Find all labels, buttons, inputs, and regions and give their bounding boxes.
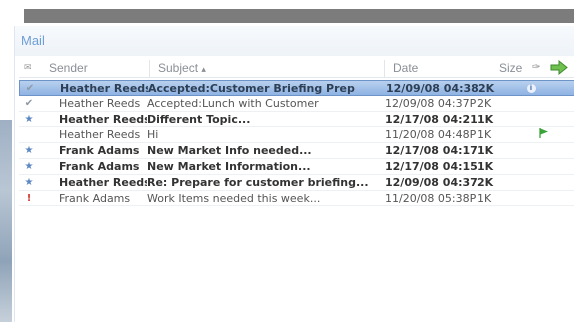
message-size: 1K xyxy=(477,191,492,205)
replied-check-icon: ✔ xyxy=(25,83,35,94)
message-subject: Work Items needed this week... xyxy=(147,191,321,205)
message-subject: New Market Information... xyxy=(147,159,311,173)
message-date: 12/09/08 04:37PM xyxy=(385,175,477,189)
message-size: 2K xyxy=(478,82,495,95)
message-sender: Heather Reeds xyxy=(59,175,147,189)
column-subject[interactable]: Subject ▴ xyxy=(149,60,206,77)
message-sender: Frank Adams xyxy=(59,159,140,173)
message-size: 1K xyxy=(477,128,492,142)
message-row[interactable]: ✔ Heather Reeds Accepted:Lunch with Custom… xyxy=(19,96,574,112)
message-sender: Heather Reeds xyxy=(59,128,141,142)
flag-icon[interactable] xyxy=(539,127,553,143)
star-icon: ★ xyxy=(24,145,34,157)
star-icon: ★ xyxy=(24,160,34,172)
column-subject-label: Subject xyxy=(158,61,199,75)
sort-ascending-icon: ▴ xyxy=(201,64,206,74)
panel-title: Mail xyxy=(21,33,45,48)
message-subject: Re: Prepare for customer briefing... xyxy=(147,175,369,189)
message-size: 1K xyxy=(477,144,494,158)
message-size: 2K xyxy=(477,96,492,110)
message-date: 12/09/08 04:38PM xyxy=(386,82,478,95)
message-date: 11/20/08 05:38PM xyxy=(385,191,477,205)
message-date: 12/09/08 04:37PM xyxy=(385,96,477,110)
message-subject: New Market Info needed... xyxy=(147,144,312,158)
envelope-icon[interactable]: ✉ xyxy=(24,62,32,73)
message-size: 1K xyxy=(477,112,494,126)
mail-panel: Mail ✉ Sender Subject ▴ Date Size ✑ ✔ Hea… xyxy=(14,26,574,322)
message-list: ✔ Heather Reeds Accepted:Customer Briefing… xyxy=(19,80,574,207)
message-subject: Different Topic... xyxy=(147,112,251,126)
message-date: 12/17/08 04:21PM xyxy=(385,112,477,126)
message-row[interactable]: Heather Reeds Hi 11/20/08 04:48PM 1K xyxy=(19,127,574,144)
replied-check-icon: ✔ xyxy=(24,97,34,109)
message-size: 1K xyxy=(477,159,494,173)
message-row[interactable]: ★ Heather Reeds Different Topic... 12/17/08… xyxy=(19,112,574,128)
column-size[interactable]: Size xyxy=(499,61,522,75)
message-sender: Frank Adams xyxy=(59,191,131,205)
star-icon: ★ xyxy=(24,176,34,188)
message-row[interactable]: ★ Heather Reeds Re: Prepare for customer b… xyxy=(19,175,574,191)
message-sender: Heather Reeds xyxy=(60,82,148,95)
high-importance-icon: ! xyxy=(26,192,32,204)
message-sender: Heather Reeds xyxy=(59,96,141,110)
column-header-row: ✉ Sender Subject ▴ Date Size ✑ xyxy=(19,59,574,78)
message-row[interactable]: ! Frank Adams Work Items needed this week.… xyxy=(19,191,574,207)
message-subject: Hi xyxy=(147,128,159,142)
message-row[interactable]: ★ Frank Adams New Market Info needed... 12/… xyxy=(19,143,574,159)
message-date: 12/17/08 04:17PM xyxy=(385,144,477,158)
message-row[interactable]: ✔ Heather Reeds Accepted:Customer Briefing… xyxy=(19,80,574,96)
column-sender[interactable]: Sender xyxy=(49,61,88,75)
attachment-icon[interactable]: i xyxy=(525,81,537,96)
message-row[interactable]: ★ Frank Adams New Market Information... 12/… xyxy=(19,159,574,175)
message-subject: Accepted:Lunch with Customer xyxy=(147,96,319,110)
message-size: 2K xyxy=(477,175,494,189)
column-date[interactable]: Date xyxy=(384,60,418,77)
desktop-background xyxy=(0,120,12,322)
message-date: 12/17/08 04:15PM xyxy=(385,159,477,173)
star-icon: ★ xyxy=(24,113,34,125)
message-sender: Heather Reeds xyxy=(59,112,147,126)
message-subject: Accepted:Customer Briefing Prep xyxy=(148,82,355,95)
top-bar xyxy=(24,9,574,23)
message-date: 11/20/08 04:48PM xyxy=(385,128,477,142)
forward-arrow-icon[interactable] xyxy=(549,59,569,76)
paperclip-icon[interactable]: ✑ xyxy=(532,62,540,73)
panel-header: Mail xyxy=(15,26,574,56)
message-sender: Frank Adams xyxy=(59,144,140,158)
